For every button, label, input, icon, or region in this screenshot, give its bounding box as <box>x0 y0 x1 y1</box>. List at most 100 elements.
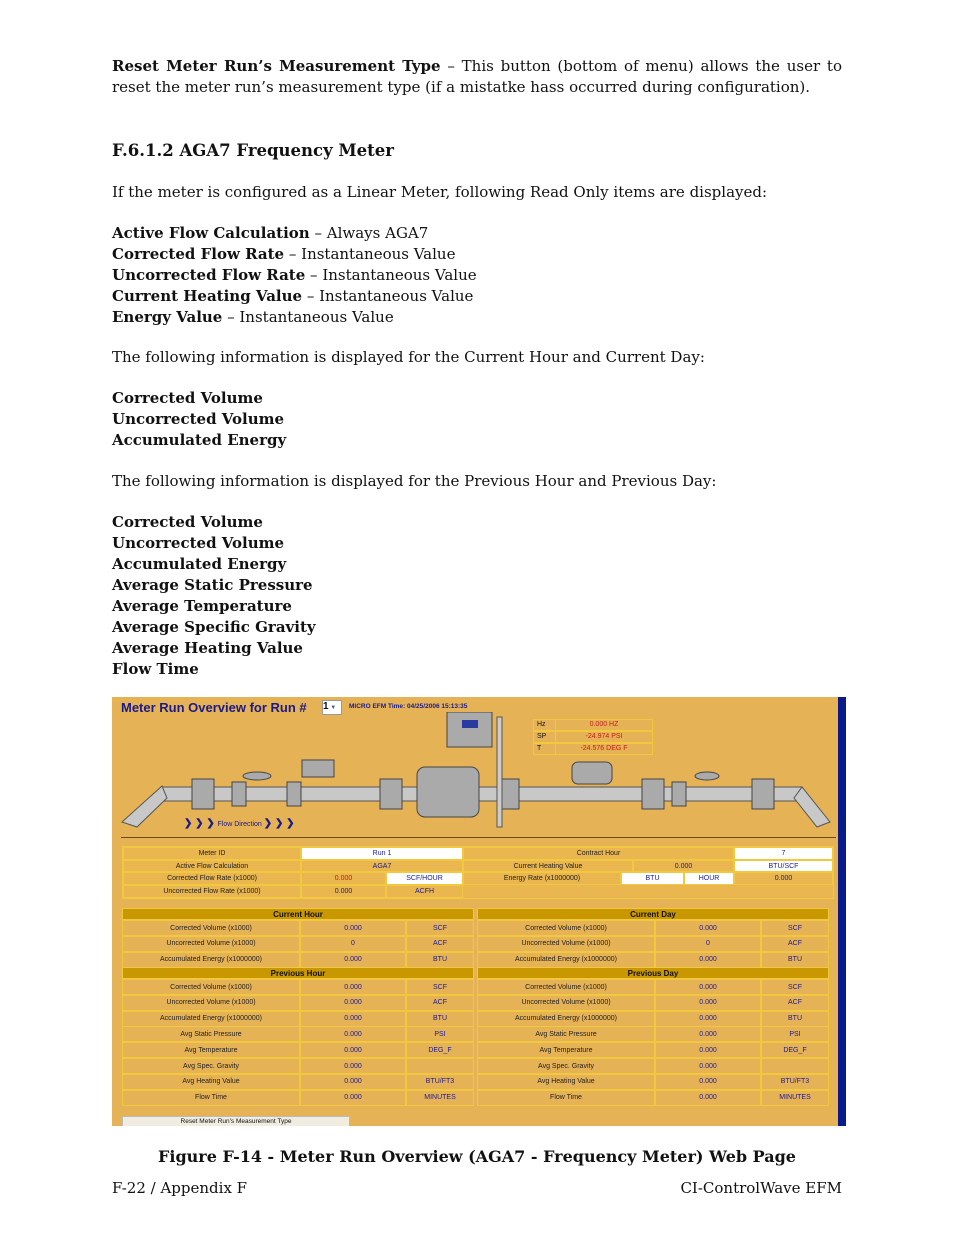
row-unit: MINUTES <box>406 1089 474 1106</box>
row-value: 0.000 <box>300 1026 406 1043</box>
reset-measurement-type-button[interactable]: Reset Meter Run's Measurement Type <box>122 1116 350 1126</box>
row-value: 0.000 <box>655 979 761 995</box>
corrected-rate-label: Corrected Flow Rate (x1000) <box>123 872 301 885</box>
readonly-list: Active Flow Calculation – Always AGA7 Cor… <box>112 223 842 328</box>
row-value: 0.000 <box>300 1058 406 1074</box>
row-label: Uncorrected Volume (x1000) <box>477 935 655 952</box>
list-item: Corrected Volume <box>112 513 263 531</box>
row-label: Accumulated Energy (x1000000) <box>122 951 300 968</box>
row-unit: BTU/FT3 <box>406 1073 474 1090</box>
row-label: Accumulated Energy (x1000000) <box>122 1010 300 1027</box>
row-unit: BTU/FT3 <box>761 1073 829 1090</box>
meter-id-label: Meter ID <box>123 847 301 860</box>
uncorrected-rate-unit: ACFH <box>386 885 463 898</box>
corrected-rate-value: 0.000 <box>301 872 386 885</box>
row-value: 0.000 <box>655 1058 761 1074</box>
row-value: 0.000 <box>300 1089 406 1106</box>
row-value: 0.000 <box>655 920 761 936</box>
row-unit: ACF <box>761 935 829 952</box>
list-item: Accumulated Energy <box>112 431 287 449</box>
row-label: Avg Spec. Gravity <box>122 1058 300 1074</box>
row-unit: BTU <box>406 951 474 968</box>
list-item: Flow Time <box>112 660 199 678</box>
energy-unit[interactable]: BTU <box>621 872 684 885</box>
corrected-rate-unit[interactable]: SCF/HOUR <box>386 872 463 885</box>
pipeline-diagram-icon <box>121 712 831 828</box>
previous-list: Corrected Volume Uncorrected Volume Accumu… <box>112 512 842 680</box>
panel-header: Previous Hour <box>122 967 474 979</box>
item-term: Energy Value <box>112 308 223 326</box>
row-label: Corrected Volume (x1000) <box>477 979 655 995</box>
paragraph-current: The following information is displayed f… <box>112 348 705 366</box>
list-item: Accumulated Energy <box>112 555 287 573</box>
row-value: 0.000 <box>300 1042 406 1059</box>
list-item: Average Heating Value <box>112 639 303 657</box>
item-desc: – Instantaneous Value <box>284 245 456 263</box>
arrows-icon: ❯ ❯ ❯ <box>263 818 295 829</box>
row-label: Corrected Volume (x1000) <box>122 920 300 936</box>
row-value: 0.000 <box>300 920 406 936</box>
row-label: Corrected Volume (x1000) <box>122 979 300 995</box>
uncorrected-rate-label: Uncorrected Flow Rate (x1000) <box>123 885 301 898</box>
row-unit: PSI <box>406 1026 474 1043</box>
row-value: 0 <box>300 935 406 952</box>
panel-header: Current Day <box>477 908 829 920</box>
row-value: 0.000 <box>655 1010 761 1027</box>
heating-value: 0.000 <box>633 860 734 872</box>
paragraph-linear: If the meter is configured as a Linear M… <box>112 183 768 201</box>
row-value: 0.000 <box>300 951 406 968</box>
active-flow-label: Active Flow Calculation <box>123 860 301 872</box>
meter-run-overview-screenshot: Meter Run Overview for Run # 1 ▼ MICRO E… <box>112 697 846 1126</box>
row-unit: SCF <box>406 920 474 936</box>
row-label: Flow Time <box>477 1089 655 1106</box>
row-unit: ACF <box>406 935 474 952</box>
row-unit: ACF <box>406 994 474 1011</box>
row-label: Accumulated Energy (x1000000) <box>477 1010 655 1027</box>
row-unit: DEG_F <box>761 1042 829 1059</box>
row-value: 0.000 <box>300 979 406 995</box>
row-label: Flow Time <box>122 1089 300 1106</box>
list-item: Average Specific Gravity <box>112 618 316 636</box>
row-value: 0.000 <box>655 1089 761 1106</box>
readonly-item: Uncorrected Flow Rate – Instantaneous Va… <box>112 265 842 286</box>
row-value: 0.000 <box>300 994 406 1011</box>
row-unit: BTU <box>761 1010 829 1027</box>
intro-paragraph: Reset Meter Run’s Measurement Type – Thi… <box>112 56 842 98</box>
row-label: Uncorrected Volume (x1000) <box>477 994 655 1011</box>
item-desc: – Always AGA7 <box>309 224 429 242</box>
energy-rate-value: 0.000 <box>734 872 833 885</box>
row-label: Avg Static Pressure <box>477 1026 655 1043</box>
contract-hour-label: Contract Hour <box>463 847 734 860</box>
row-unit <box>406 1058 474 1074</box>
item-desc: – Instantaneous Value <box>222 308 394 326</box>
item-term: Current Heating Value <box>112 287 303 305</box>
item-term: Corrected Flow Rate <box>112 245 285 263</box>
item-term: Active Flow Calculation <box>112 224 310 242</box>
divider <box>121 837 836 838</box>
row-label: Uncorrected Volume (x1000) <box>122 935 300 952</box>
readonly-item: Current Heating Value – Instantaneous Va… <box>112 286 842 307</box>
energy-time-unit[interactable]: HOUR <box>684 872 734 885</box>
paragraph-previous: The following information is displayed f… <box>112 472 717 490</box>
readonly-item: Active Flow Calculation – Always AGA7 <box>112 223 842 244</box>
row-unit: BTU <box>761 951 829 968</box>
scrollbar[interactable] <box>838 697 846 1126</box>
row-value: 0.000 <box>655 1073 761 1090</box>
row-unit: SCF <box>761 920 829 936</box>
row-label: Avg Spec. Gravity <box>477 1058 655 1074</box>
row-label: Avg Heating Value <box>122 1073 300 1090</box>
row-unit <box>761 1058 829 1074</box>
heating-value-label: Current Heating Value <box>463 860 633 872</box>
active-flow-value: AGA7 <box>301 860 463 872</box>
row-unit: ACF <box>761 994 829 1011</box>
footer-right: CI-ControlWave EFM <box>680 1179 842 1197</box>
arrows-icon: ❯ ❯ ❯ <box>184 818 218 829</box>
flow-direction-label: Flow Direction <box>217 821 262 828</box>
row-value: 0.000 <box>655 994 761 1011</box>
energy-rate-label: Energy Rate (x1000000) <box>463 872 621 885</box>
row-value: 0.000 <box>655 951 761 968</box>
row-label: Uncorrected Volume (x1000) <box>122 994 300 1011</box>
row-label: Accumulated Energy (x1000000) <box>477 951 655 968</box>
contract-hour-value: 7 <box>734 847 833 860</box>
row-value: 0.000 <box>655 1026 761 1043</box>
